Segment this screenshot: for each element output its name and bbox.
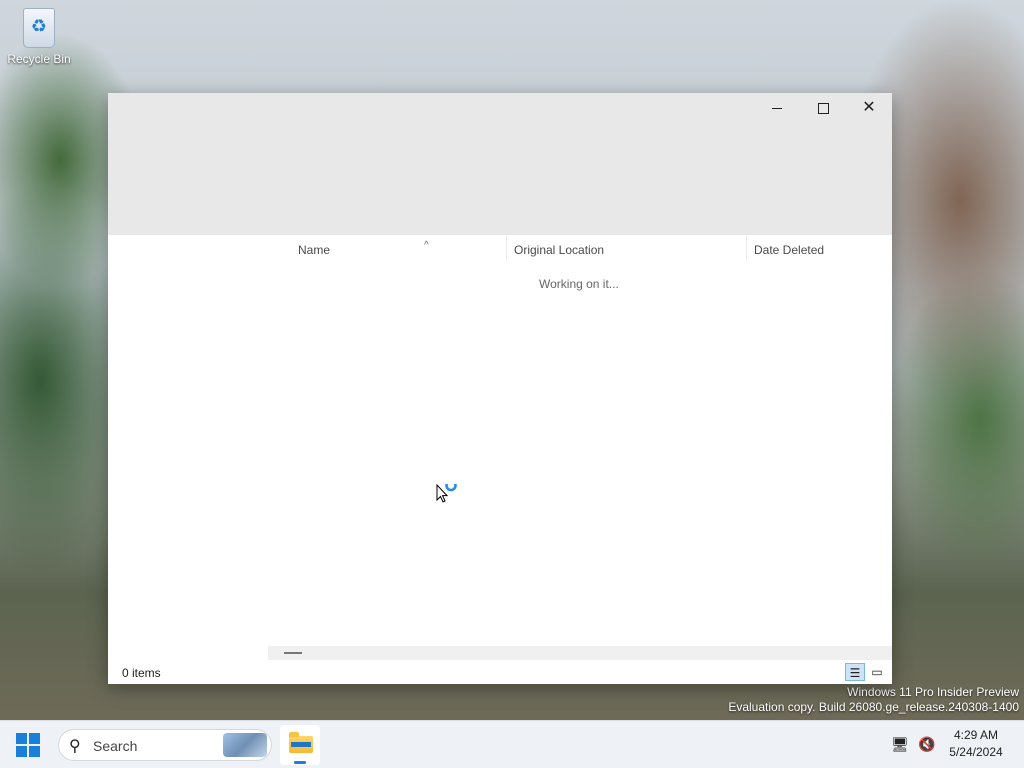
tiles-view-icon: ▭ [871,665,883,679]
windows-logo-icon [16,733,27,744]
taskbar-search[interactable]: ⚲ Search [58,729,272,761]
item-count: 0 items [122,666,161,680]
taskbar-file-explorer[interactable] [280,725,320,765]
watermark-line-1: Windows 11 Pro Insider Preview [847,685,1019,699]
column-header-name[interactable]: ^ Name [298,240,429,263]
minimize-button[interactable] [754,93,800,121]
column-divider[interactable] [506,235,507,261]
recycle-bin-icon [23,8,55,48]
horizontal-scrollbar[interactable] [268,646,892,660]
desktop-icon-label: Recycle Bin [7,52,71,66]
busy-cursor-icon [436,484,457,503]
clock-date: 5/24/2024 [949,745,1003,759]
sort-ascending-icon: ^ [424,240,429,251]
minimize-icon [772,107,782,109]
network-icon[interactable]: 🖥 [891,735,909,753]
column-header-original-location-label: Original Location [514,243,605,257]
search-icon: ⚲ [69,738,81,755]
details-view-button[interactable]: ☰ [845,663,865,681]
tiles-view-button[interactable]: ▭ [867,663,887,681]
file-explorer-icon [289,732,313,753]
taskbar: ⚲ Search 🖥 🔇 4:29 AM 5/24/2024 [0,720,1024,768]
clock[interactable]: 4:29 AM 5/24/2024 [944,727,1008,761]
navigation-pane[interactable] [108,235,269,646]
desktop-icon-recycle-bin[interactable]: Recycle Bin [6,6,72,66]
search-highlight-image [223,733,267,757]
windows-watermark: Windows 11 Pro Insider Preview Evaluatio… [728,685,1019,715]
scrollbar-thumb[interactable] [284,652,302,654]
column-header-date-deleted-label: Date Deleted [754,243,825,257]
status-bar: 0 items ☰ ▭ [108,660,892,684]
loading-message: Working on it... [539,277,619,291]
column-header-name-label: Name [298,243,331,257]
maximize-icon [817,102,829,114]
search-placeholder: Search [93,738,138,754]
start-button[interactable] [16,733,40,757]
volume-muted-icon[interactable]: 🔇 [918,735,936,753]
close-icon: ✕ [862,99,876,116]
column-divider[interactable] [746,235,747,261]
close-button[interactable]: ✕ [846,93,892,121]
maximize-button[interactable] [800,93,846,121]
column-header-date-deleted[interactable]: Date Deleted [754,243,824,263]
active-indicator [294,761,306,764]
column-header-original-location[interactable]: Original Location [514,243,604,263]
clock-time: 4:29 AM [953,728,999,742]
file-list[interactable]: ^ Name Original Location Date Deleted Wo… [268,235,892,646]
watermark-line-2: Evaluation copy. Build 26080.ge_release.… [728,700,1019,714]
recycle-bin-window: ✕ ^ Name Original Location Date Deleted … [108,93,892,684]
title-bar[interactable]: ✕ [108,93,892,235]
details-view-icon: ☰ [849,666,861,680]
